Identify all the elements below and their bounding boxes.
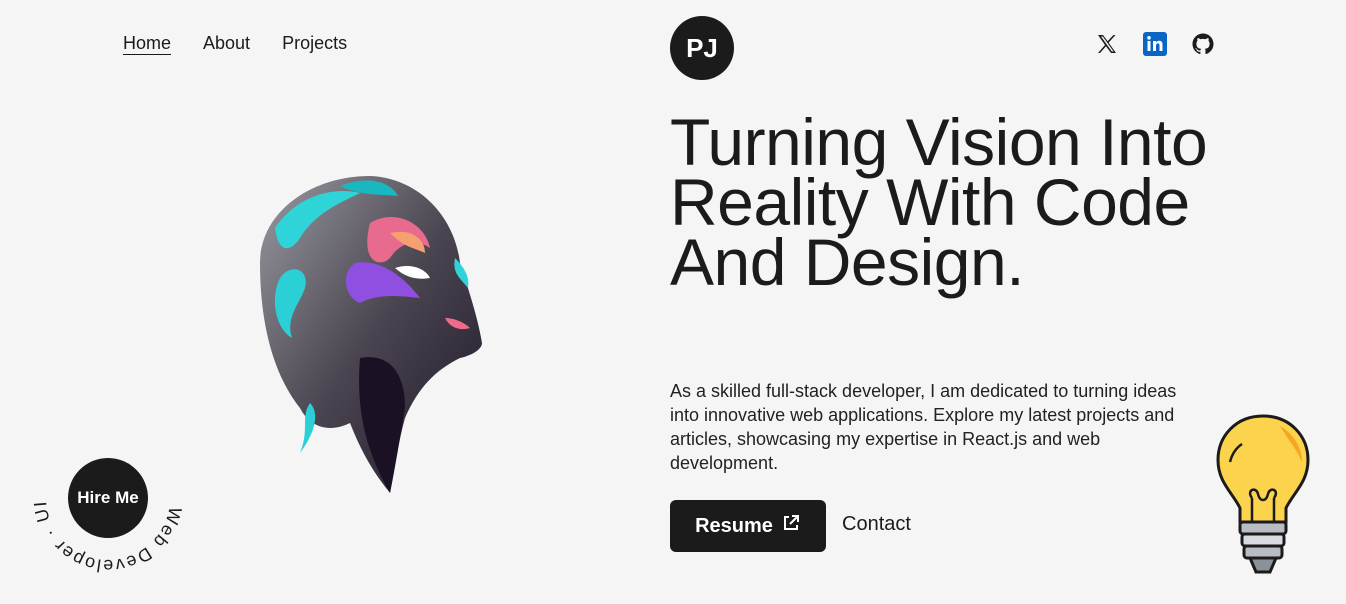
hire-me-button[interactable]: Hire Me [68, 458, 148, 538]
github-icon[interactable] [1190, 31, 1216, 57]
resume-button[interactable]: Resume [670, 500, 826, 552]
contact-link[interactable]: Contact [842, 513, 911, 536]
nav-about[interactable]: About [203, 32, 250, 55]
hire-me-badge: Web Developer · UI/UX Designer · Hire Me [30, 420, 186, 576]
x-twitter-icon[interactable] [1094, 31, 1120, 57]
linkedin-icon[interactable] [1142, 31, 1168, 57]
hero-headline: Turning Vision Into Reality With Code An… [670, 105, 1208, 299]
main-nav: Home About Projects [123, 32, 347, 55]
social-links [1094, 31, 1216, 57]
resume-button-label: Resume [695, 514, 773, 537]
hero-portrait-image [220, 168, 490, 503]
external-link-icon [781, 513, 801, 539]
nav-projects[interactable]: Projects [282, 32, 347, 55]
lightbulb-icon [1210, 412, 1316, 587]
nav-home[interactable]: Home [123, 32, 172, 55]
logo[interactable]: PJ [670, 16, 734, 80]
hero-intro: As a skilled full-stack developer, I am … [670, 381, 1177, 473]
